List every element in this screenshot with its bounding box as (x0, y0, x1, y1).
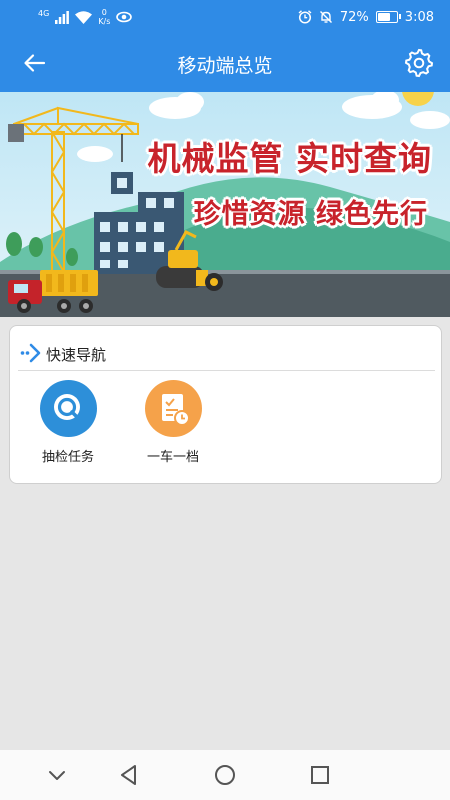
quick-nav-card: 快速导航 抽检任务 一车一档 (9, 325, 442, 484)
square-recents-icon (311, 766, 329, 784)
eye-icon (116, 11, 133, 23)
spot-check-icon-circle (39, 380, 97, 437)
status-bar: 4G 0 K/s 72% 3:08 (0, 0, 450, 34)
network-speed-value: 0 (101, 8, 107, 17)
promo-banner[interactable]: 机械监管 实时查询 珍惜资源 绿色先行 (0, 92, 450, 317)
system-back-button[interactable] (117, 763, 141, 787)
double-chevron-icon (20, 343, 41, 363)
chevron-down-icon (49, 771, 65, 780)
network-speed: 0 K/s (98, 8, 110, 26)
nav-item-spot-check[interactable]: 抽检任务 (23, 380, 113, 465)
system-nav-bar (0, 750, 450, 800)
nav-item-label: 抽检任务 (41, 450, 94, 465)
nav-item-vehicle-file[interactable]: 一车一档 (128, 380, 218, 465)
mute-icon (319, 11, 332, 23)
status-left: 4G 0 K/s (38, 7, 133, 27)
search-icon (53, 394, 80, 420)
vehicle-file-icon-circle (144, 380, 202, 437)
home-button[interactable] (213, 763, 237, 787)
gear-icon (404, 48, 434, 78)
battery-icon (375, 11, 401, 23)
page-title: 移动端总览 (177, 55, 273, 77)
clock-time: 3:08 (404, 9, 434, 25)
document-clock-icon (161, 394, 190, 426)
quick-nav-title: 快速导航 (46, 346, 107, 364)
collapse-button[interactable] (45, 763, 69, 787)
alarm-icon (298, 10, 312, 24)
wifi-icon (75, 10, 93, 24)
banner-slogan-line2: 珍惜资源 绿色先行 (193, 199, 428, 230)
signal-icon (55, 10, 70, 24)
circle-home-icon (215, 765, 235, 785)
battery-percent: 72% (339, 9, 369, 25)
status-right: 72% 3:08 (298, 8, 434, 26)
recents-button[interactable] (308, 763, 332, 787)
battery-fill (377, 13, 391, 21)
triangle-back-icon (121, 765, 136, 785)
quick-nav-header: 快速导航 (18, 340, 435, 371)
nav-item-label: 一车一档 (146, 450, 199, 465)
banner-slogan-line1: 机械监管 实时查询 (147, 139, 432, 178)
network-speed-unit: K/s (98, 17, 111, 26)
app-header: 移动端总览 (0, 34, 450, 92)
signal-type-label: 4G (38, 8, 50, 18)
settings-button[interactable] (404, 48, 434, 78)
